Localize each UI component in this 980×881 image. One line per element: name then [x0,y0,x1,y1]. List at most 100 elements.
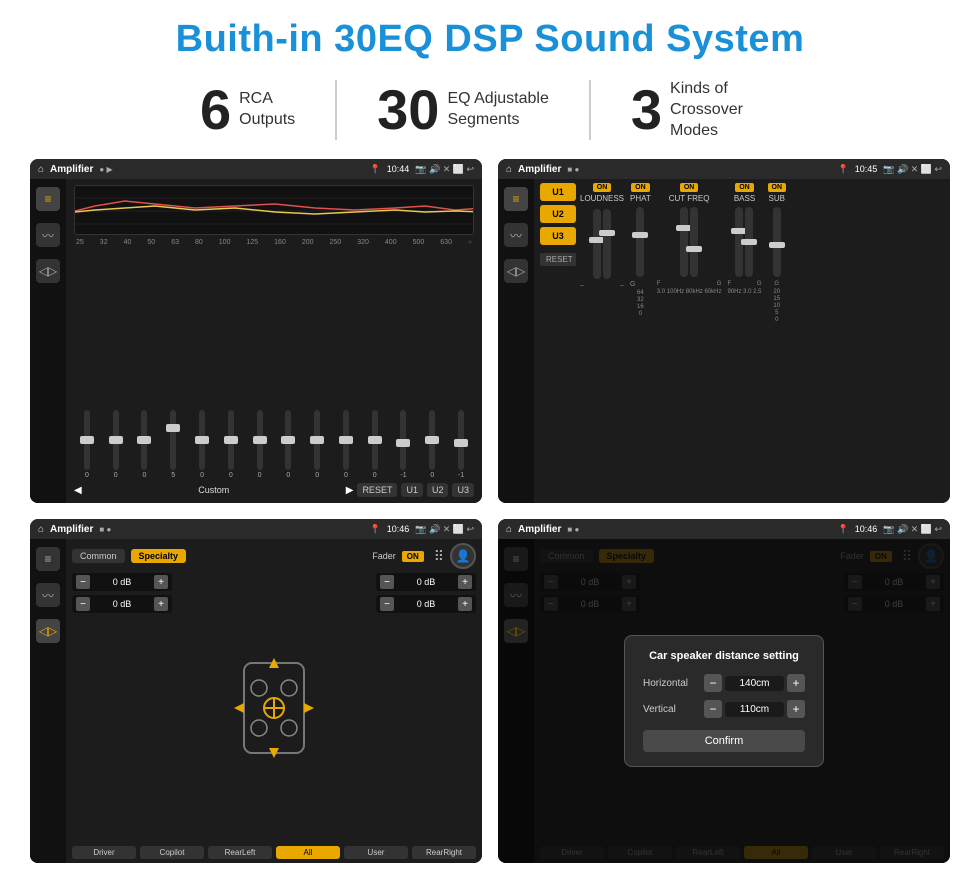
eq-slider-4: 0 [189,410,215,479]
amp2-channels-row: ON LOUDNESS [580,183,944,323]
dialog-title: Car speaker distance setting [643,650,805,662]
home-icon-1[interactable]: ⌂ [38,164,44,175]
btn-driver[interactable]: Driver [72,846,136,859]
screen3-sidebar: ≡ 〰 ◁▷ [30,539,66,863]
eq-u3-btn[interactable]: U3 [452,483,474,497]
phat-slider[interactable] [636,207,644,277]
user-avatar[interactable]: 👤 [450,543,476,569]
fader-right: − 0 dB + − 0 dB + [376,573,476,842]
btn-all[interactable]: All [276,846,340,859]
btn-user[interactable]: User [344,846,408,859]
eq-sidebar-icon-3[interactable]: ≡ [36,547,60,571]
eq-u2-btn[interactable]: U2 [427,483,449,497]
cutfreq-slider1[interactable] [680,207,688,277]
home-icon-2[interactable]: ⌂ [506,164,512,175]
btn-copilot[interactable]: Copilot [140,846,204,859]
dialog-vertical-label: Vertical [643,704,698,715]
db-value-2: 0 dB [93,599,151,609]
tab-common[interactable]: Common [72,549,125,563]
dialog-vertical-plus[interactable]: + [787,700,805,718]
db-minus-3[interactable]: − [380,575,394,589]
eq-main: 2532 4050 6380 100125 160200 250320 4005… [66,179,482,503]
screen2-time: 10:45 [855,164,878,174]
location-icon-4: 📍 [838,524,849,535]
eq-slider-9: 0 [333,410,359,479]
cutfreq-slider2[interactable] [690,207,698,277]
bass-on[interactable]: ON [735,183,754,192]
eq-slider-0: 0 [74,410,100,479]
dialog-horizontal-label: Horizontal [643,678,698,689]
btn-rearleft[interactable]: RearLeft [208,846,272,859]
db-plus-2[interactable]: + [154,597,168,611]
eq-graph-svg [75,186,473,234]
db-plus-1[interactable]: + [154,575,168,589]
amp2-reset[interactable]: RESET [540,253,576,266]
loudness-slider2[interactable] [603,209,611,279]
eq-sidebar-icon[interactable]: ≡ [36,187,60,211]
eq-reset-btn[interactable]: RESET [357,483,397,497]
screen2-sidebar: ≡ 〰 ◁▷ [498,179,534,503]
cutfreq-label: CUT FREQ [669,194,710,203]
home-icon-3[interactable]: ⌂ [38,524,44,535]
preset-u2[interactable]: U2 [540,205,576,223]
db-minus-1[interactable]: − [76,575,90,589]
eq-slider-11: -1 [391,410,417,479]
eq-sidebar-icon-2[interactable]: ≡ [504,187,528,211]
dialog-confirm-button[interactable]: Confirm [643,730,805,752]
loudness-on[interactable]: ON [593,183,612,192]
speaker-sidebar-icon[interactable]: ◁▷ [36,259,60,283]
location-icon-1: 📍 [370,164,381,175]
status-bar-1: ⌂ Amplifier ● ▶ 📍 10:44 📷 🔊 ✕ ⬜ ↩ [30,159,482,179]
loudness-label: LOUDNESS [580,194,624,203]
stats-row: 6 RCAOutputs 30 EQ AdjustableSegments 3 … [30,79,950,141]
db-minus-4[interactable]: − [380,597,394,611]
channel-bass: ON BASS [727,183,761,295]
speaker-sidebar-icon-3[interactable]: ◁▷ [36,619,60,643]
dialog-horizontal-plus[interactable]: + [787,674,805,692]
bass-slider2[interactable] [745,207,753,277]
wave-sidebar-icon[interactable]: 〰 [36,223,60,247]
screen3-icons: 📷 🔊 ✕ ⬜ ↩ [415,524,474,535]
eq-slider-12: 0 [419,410,445,479]
eq-slider-10: 0 [362,410,388,479]
fader-on-toggle[interactable]: ON [402,551,424,562]
dialog-vertical-minus[interactable]: − [704,700,722,718]
speaker-sidebar-icon-2[interactable]: ◁▷ [504,259,528,283]
eq-u1-btn[interactable]: U1 [401,483,423,497]
fader-sliders-icon: ⠿ [434,548,444,565]
cutfreq-on[interactable]: ON [680,183,699,192]
eq-freq-labels: 2532 4050 6380 100125 160200 250320 4005… [74,239,474,246]
fader-main: Common Specialty Fader ON ⠿ 👤 − 0 dB [66,539,482,863]
wave-sidebar-icon-3[interactable]: 〰 [36,583,60,607]
db-plus-3[interactable]: + [458,575,472,589]
home-icon-4[interactable]: ⌂ [506,524,512,535]
screen-eq: ⌂ Amplifier ● ▶ 📍 10:44 📷 🔊 ✕ ⬜ ↩ ≡ 〰 ◁▷ [30,159,482,503]
preset-u3[interactable]: U3 [540,227,576,245]
screen-fader: ⌂ Amplifier ■ ● 📍 10:46 📷 🔊 ✕ ⬜ ↩ ≡ 〰 ◁▷… [30,519,482,863]
amp2-presets: U1 U2 U3 RESET [540,183,576,499]
screen2-title: Amplifier [518,164,561,175]
wave-sidebar-icon-2[interactable]: 〰 [504,223,528,247]
phat-on[interactable]: ON [631,183,650,192]
db-plus-4[interactable]: + [458,597,472,611]
db-row-3: − 0 dB + [376,573,476,591]
stat-crossover-number: 3 [631,82,662,138]
sub-label: SUB [769,194,785,203]
sub-slider[interactable] [773,207,781,277]
dialog-horizontal-minus[interactable]: − [704,674,722,692]
eq-prev-btn[interactable]: ◀ [74,485,82,496]
preset-u1[interactable]: U1 [540,183,576,201]
db-row-2: − 0 dB + [72,595,172,613]
eq-next-btn[interactable]: ▶ [346,485,354,496]
eq-slider-3: 5 [160,410,186,479]
db-minus-2[interactable]: − [76,597,90,611]
btn-rearright[interactable]: RearRight [412,846,476,859]
screen4-content: ≡ 〰 ◁▷ Common Specialty Fader ON ⠿ 👤 [498,539,950,863]
loudness-slider[interactable] [593,209,601,279]
eq-custom-label: Custom [86,485,342,495]
stat-rca: 6 RCAOutputs [160,82,335,138]
bass-label: BASS [734,194,755,203]
dialog-vertical-value: 110cm [725,702,784,717]
sub-on[interactable]: ON [768,183,787,192]
tab-specialty[interactable]: Specialty [131,549,187,563]
